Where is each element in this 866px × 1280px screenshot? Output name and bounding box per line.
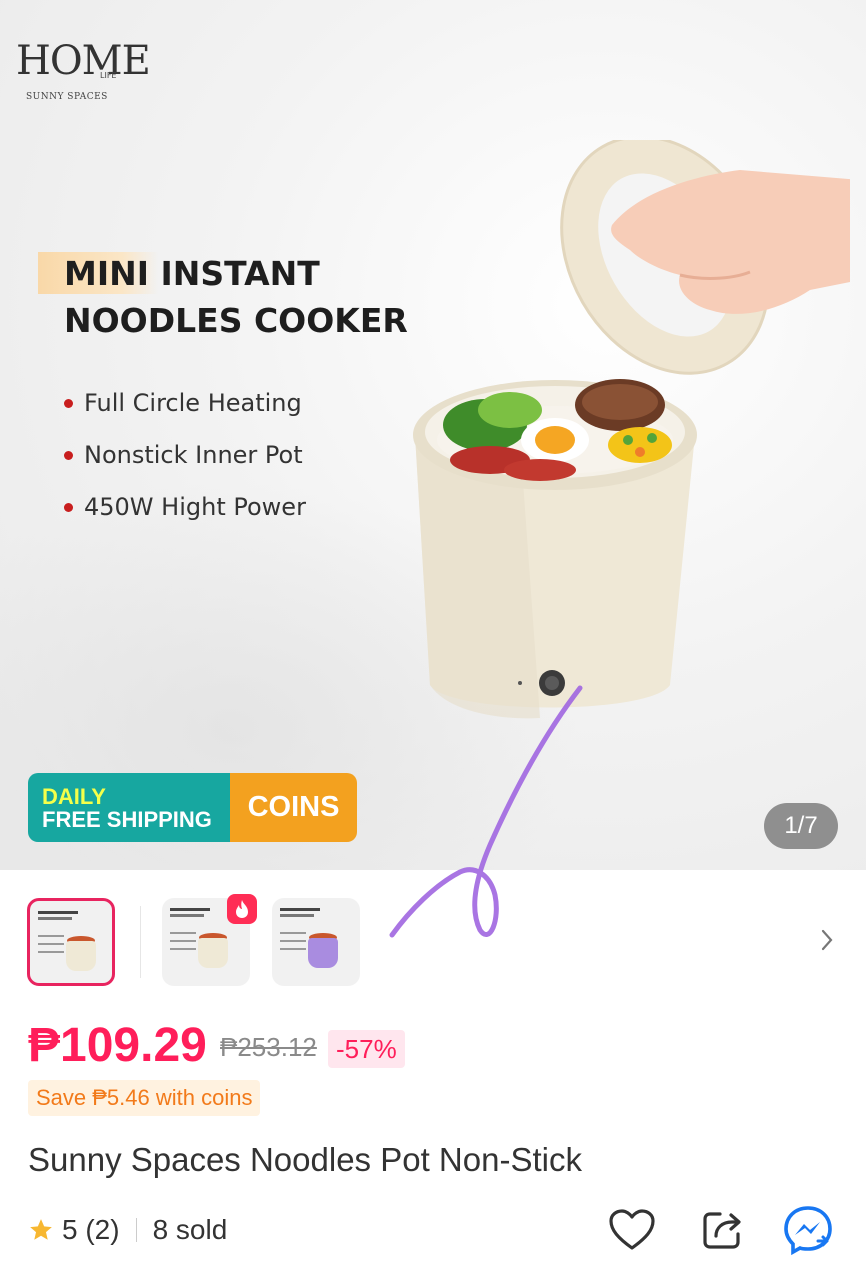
- meta-divider: [135, 1218, 137, 1242]
- product-image-carousel[interactable]: HOME LIFE SUNNY SPACES MINI INSTANT NOOD…: [0, 0, 866, 870]
- messenger-button[interactable]: [782, 1204, 834, 1256]
- fire-icon: [227, 894, 257, 924]
- bullet-icon: [64, 451, 73, 460]
- free-shipping-coins-badge: DAILY FREE SHIPPING COINS: [28, 773, 357, 842]
- coin-savings-label: Save ₱5.46 with coins: [28, 1080, 261, 1116]
- thumbnail-1[interactable]: [27, 898, 115, 986]
- share-button[interactable]: [696, 1204, 748, 1256]
- favorite-button[interactable]: [606, 1204, 658, 1256]
- badge-free-shipping: FREE SHIPPING: [42, 807, 212, 832]
- sold-count: 8 sold: [152, 1214, 228, 1245]
- brand-tagline: SUNNY SPACES: [26, 92, 108, 102]
- brand-logo-word: HOME: [16, 38, 151, 84]
- product-title: Sunny Spaces Noodles Pot Non-Stick: [28, 1141, 582, 1178]
- thumbnail-divider: [140, 906, 141, 978]
- rating-sold-row: 5 (2) 8 sold: [28, 1206, 227, 1254]
- original-price: ₱253.12: [220, 1032, 317, 1062]
- feature-item: Full Circle Heating: [62, 384, 306, 436]
- bullet-icon: [64, 399, 73, 408]
- brand-logo-sub: LIFE: [100, 71, 117, 80]
- current-price: ₱109.29: [28, 1019, 207, 1072]
- noodle-cooker-image: [413, 140, 850, 719]
- feature-item: Nonstick Inner Pot: [62, 436, 306, 488]
- thumbnail-strip: [0, 870, 866, 1000]
- share-icon: [703, 1212, 741, 1249]
- chevron-right-icon[interactable]: [820, 928, 834, 957]
- rating-value: 5 (2): [62, 1214, 120, 1245]
- feature-item: 450W Hight Power: [62, 488, 306, 540]
- messenger-icon: [784, 1206, 832, 1256]
- badge-daily: DAILY: [42, 784, 106, 809]
- badge-coins: COINS: [230, 773, 357, 842]
- feature-list: Full Circle Heating Nonstick Inner Pot 4…: [62, 384, 306, 540]
- bullet-icon: [64, 503, 73, 512]
- hero-title-line1: MINI INSTANT: [64, 254, 320, 293]
- image-counter: 1/7: [764, 803, 838, 849]
- pot-graphic: [413, 379, 697, 719]
- heart-icon: [609, 1209, 655, 1250]
- star-icon: [30, 1219, 52, 1240]
- thumbnail-3[interactable]: [272, 898, 360, 986]
- hero-title-line2: NOODLES COOKER: [64, 301, 408, 340]
- discount-badge: -57%: [328, 1030, 405, 1068]
